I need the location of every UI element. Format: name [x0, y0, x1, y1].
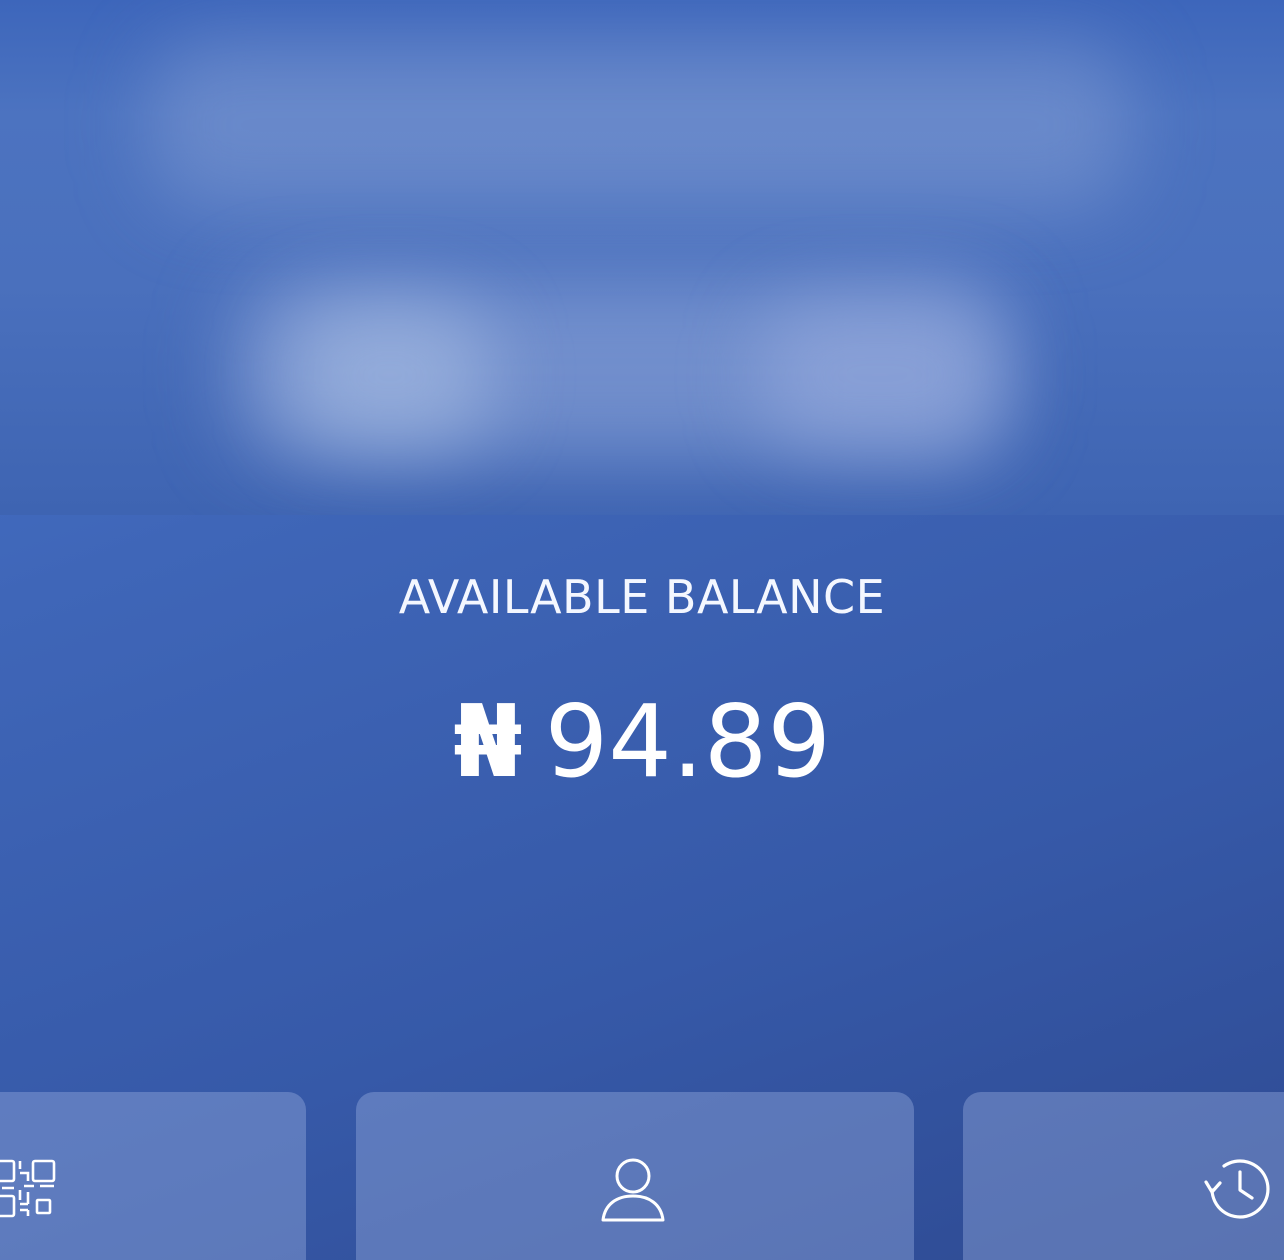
blurred-header-region	[0, 0, 1284, 515]
qr-code-icon	[0, 1159, 56, 1218]
balance-value: 94.89	[544, 683, 831, 800]
blurred-highlight-right	[760, 300, 1000, 450]
profile-icon	[601, 1158, 665, 1222]
wallet-screen: AVAILABLE BALANCE ₦ 94.89	[0, 0, 1284, 1260]
blurred-highlight-left	[290, 300, 490, 450]
history-icon	[1204, 1159, 1270, 1219]
currency-symbol: ₦	[453, 683, 523, 800]
balance-amount: ₦ 94.89	[0, 682, 1284, 802]
balance-label: AVAILABLE BALANCE	[398, 570, 886, 624]
blurred-name-block	[150, 40, 1130, 210]
